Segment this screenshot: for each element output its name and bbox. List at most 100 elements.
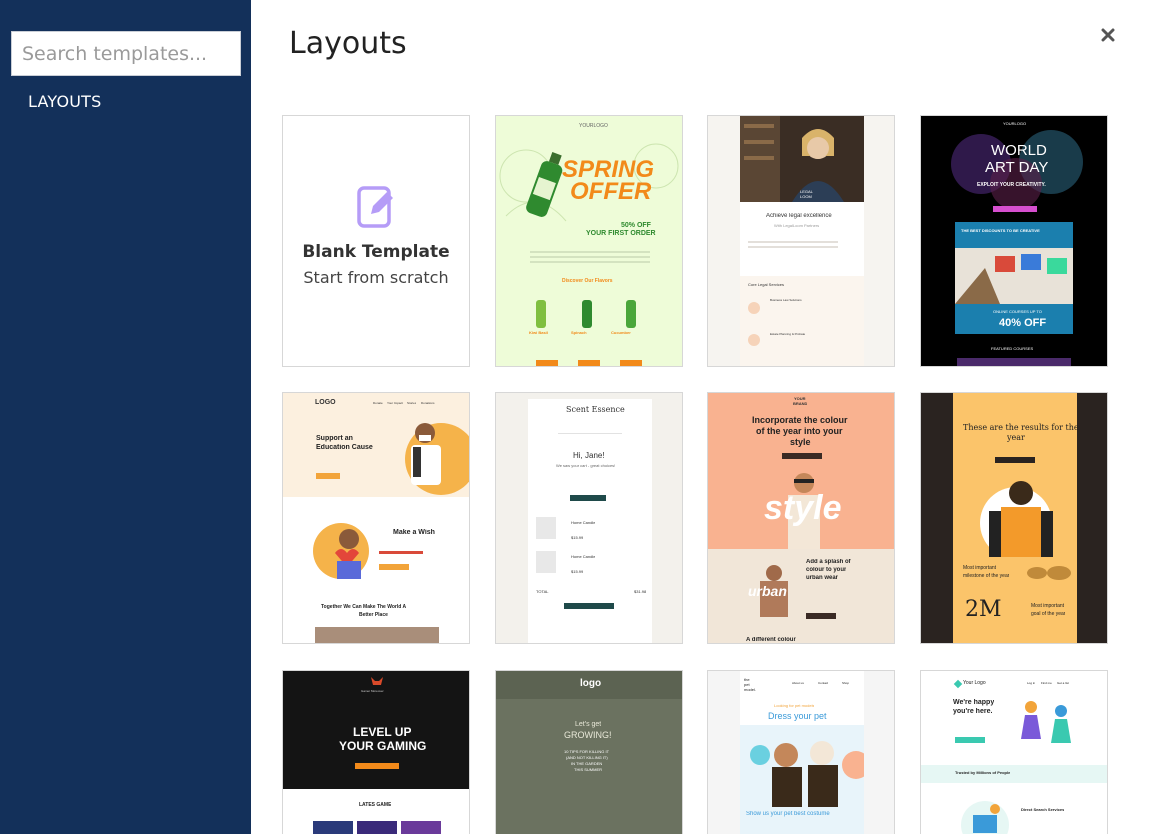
style-brand-2: BRAND (793, 401, 808, 406)
results-stat-3: Most important (1031, 603, 1065, 609)
edu-photo-strip (315, 627, 439, 643)
text-placeholder-line (530, 261, 650, 263)
search-box (11, 31, 241, 76)
spring-section-title: Discover Our Flavors (562, 278, 613, 284)
sidebar-item-layouts[interactable]: LAYOUTS (28, 92, 102, 111)
text-placeholder-line (530, 256, 650, 258)
template-card-scent-essence[interactable]: Scent Essence Hi, Jane! We saw your cart… (495, 392, 683, 644)
results-headline-2: year (1007, 433, 1025, 442)
template-card-education[interactable]: LOGO Donate Your Impact Stories Donation… (282, 392, 470, 644)
scent-item-1: Home Candle (571, 520, 596, 525)
template-card-pet[interactable]: the pet model. About us Contact Shop Loo… (707, 670, 895, 834)
scent-sub: We saw your cart - great choices! (556, 463, 616, 468)
cta-button (379, 564, 409, 570)
gaming-mask-icon (371, 677, 383, 685)
results-stat-4: goal of the year (1031, 611, 1066, 617)
candle-image (536, 517, 556, 539)
cta-button (993, 206, 1037, 212)
flavor-2: Spinach (571, 330, 587, 335)
scent-greeting: Hi, Jane! (573, 451, 605, 460)
cta-button (536, 360, 558, 366)
cta-button (564, 603, 614, 609)
pet-kicker: Looking for pet models (774, 703, 815, 708)
scent-price-1: $15.99 (571, 535, 584, 540)
cta-button (955, 737, 985, 743)
cta-button (578, 360, 600, 366)
template-card-search[interactable]: Your Logo Log in Find me Get a list We'r… (920, 670, 1108, 834)
edu-nav-2: Your Impact (387, 401, 403, 405)
template-card-blank[interactable]: Blank Template Start from scratch (282, 115, 470, 367)
nav-divider (558, 433, 622, 434)
juice-bottle-image (526, 152, 563, 217)
edu-together-2: Better Place (359, 612, 388, 618)
growing-sub-4: THIS SUMMER (574, 767, 602, 772)
people-illustration (1021, 701, 1071, 743)
results-big-number: 2M (965, 597, 1002, 622)
gaming-headline-1: LEVEL UP (353, 725, 412, 739)
style-splash-1: Add a splash of (806, 559, 851, 565)
sidebar: LAYOUTS (0, 0, 251, 834)
search-services: Direct Search Services (1021, 807, 1065, 812)
template-picker: LAYOUTS Layouts Blank Template Start fro… (0, 0, 1161, 834)
template-card-legal[interactable]: LEGAL LOOM Achieve legal excellence With… (707, 115, 895, 367)
cta-button (355, 763, 399, 769)
gaming-section: LATES GAME (359, 802, 392, 808)
gaming-brand: Gamer Moreover (361, 689, 384, 693)
edu-headline-1: Support an (316, 435, 353, 442)
template-card-spring-offer[interactable]: YOURLOGO SPRING OFFER 50% OFF YOUR FIRST… (495, 115, 683, 367)
cta-button (995, 457, 1035, 463)
style-splash-3: urban wear (806, 575, 839, 581)
cta-button (782, 453, 822, 459)
art-title-2: ART DAY (985, 159, 1049, 176)
spring-offer-1: 50% OFF (621, 222, 651, 229)
edu-nav-3: Stories (407, 401, 417, 405)
results-stat-2: milestone of the year (963, 573, 1010, 579)
growing-logo: logo (580, 678, 602, 689)
style-lower-panel (708, 549, 894, 643)
scent-total-value: $31.98 (634, 589, 647, 594)
growing-sub-2: (AND NOT KILLING IT) (566, 755, 608, 760)
search-headline-1: We're happy (953, 699, 995, 706)
search-nav-2: Find me (1041, 681, 1052, 685)
template-card-gaming[interactable]: Gamer Moreover LEVEL UP YOUR GAMING LATE… (282, 670, 470, 834)
world-map-image (1027, 566, 1071, 580)
pet-brand-3: model. (744, 687, 757, 692)
style-splash-2: colour to your (806, 567, 847, 573)
search-nav-3: Get a list (1057, 681, 1069, 685)
template-card-style[interactable]: YOUR BRAND Incorporate the colour of the… (707, 392, 895, 644)
wish-child-image (313, 523, 369, 579)
art-banner: THE BEST DISCOUNTS TO BE CREATIVE (961, 228, 1040, 233)
growing-headline-1: Let's get (575, 721, 602, 728)
template-card-growing[interactable]: logo Let's get GROWING! 10 TIPS FOR KILL… (495, 670, 683, 834)
scent-price-2: $15.99 (571, 569, 584, 574)
spring-headline-2: OFFER (570, 178, 652, 205)
progress-bar (379, 551, 423, 554)
scent-brand: Scent Essence (566, 405, 625, 414)
pet-nav-1: About us (792, 681, 804, 685)
style-headline-3: style (790, 437, 811, 447)
scent-item-2: Home Candle (571, 554, 596, 559)
flavor-bottles-image (536, 300, 636, 328)
style-big-text: style (764, 489, 842, 527)
search-services-illustration (961, 801, 1009, 834)
pet-dogs-photo (740, 725, 864, 809)
child-photo (405, 423, 469, 495)
text-placeholder-line (530, 251, 650, 253)
legal-services-panel (740, 276, 864, 366)
style-headline-2: of the year into your (756, 426, 843, 436)
art-promo-2: 40% OFF (999, 317, 1047, 329)
featured-strip (957, 358, 1071, 366)
page-title: Layouts (289, 26, 407, 61)
art-logo: YOURLOGO (1003, 121, 1027, 126)
game-thumb (357, 821, 397, 834)
close-button[interactable] (1097, 24, 1119, 46)
flavor-1: Kiwi Basil (529, 330, 548, 335)
template-card-results[interactable]: These are the results for the year Most … (920, 392, 1108, 644)
template-card-world-art-day[interactable]: YOURLOGO WORLD ART DAY EXPLOIT YOUR CREA… (920, 115, 1108, 367)
pet-nav-2: Contact (818, 681, 829, 685)
search-input[interactable] (12, 32, 240, 75)
search-logo: Your Logo (963, 680, 986, 686)
legal-headline: Achieve legal excellence (766, 213, 832, 219)
legal-section-title: Core Legal Services (748, 282, 785, 287)
legal-service-1: Business Law Solutions (770, 298, 802, 302)
